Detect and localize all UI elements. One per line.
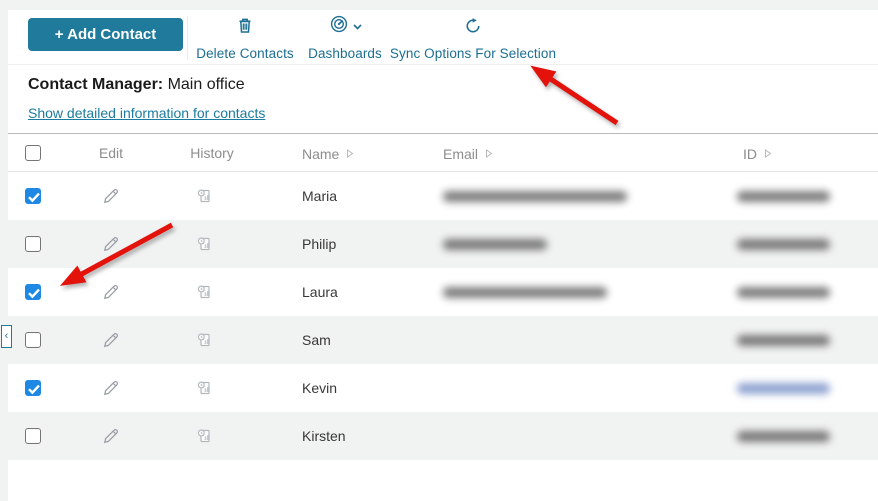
table-row: Kevin	[8, 364, 878, 412]
sort-icon	[764, 134, 772, 172]
page-title: Contact Manager: Main office	[28, 76, 245, 94]
chevron-down-icon	[353, 17, 362, 35]
subheader: Contact Manager: Main office Show detail…	[8, 65, 878, 133]
contact-name: Kirsten	[302, 412, 346, 460]
table-row: Philip	[8, 220, 878, 268]
history-icon[interactable]	[194, 234, 214, 254]
delete-contacts-label: Delete Contacts	[196, 46, 294, 61]
edit-icon[interactable]	[101, 234, 121, 254]
redacted-email-value	[443, 191, 627, 202]
redacted-email-value	[443, 287, 607, 298]
history-icon[interactable]	[194, 282, 214, 302]
column-header-edit: Edit	[91, 134, 131, 172]
row-checkbox[interactable]	[25, 428, 41, 444]
column-header-history: History	[182, 134, 242, 172]
edit-icon[interactable]	[101, 426, 121, 446]
redacted-id-value	[737, 335, 830, 346]
redacted-id-value	[737, 287, 830, 298]
row-checkbox[interactable]	[25, 236, 41, 252]
show-details-link[interactable]: Show detailed information for contacts	[28, 105, 265, 121]
table-row: Laura	[8, 268, 878, 316]
contact-manager-page: + Add Contact Delete Contacts	[0, 0, 878, 501]
main-panel: + Add Contact Delete Contacts	[8, 10, 878, 501]
redacted-id-value	[737, 239, 830, 250]
table-row: Maria	[8, 172, 878, 220]
contact-name: Maria	[302, 172, 337, 220]
redacted-id-link-value	[737, 383, 830, 394]
table-row: Sam	[8, 316, 878, 364]
edit-icon[interactable]	[101, 378, 121, 398]
column-header-email[interactable]: Email	[443, 134, 493, 172]
edit-icon[interactable]	[101, 330, 121, 350]
table-row: Kirsten	[8, 412, 878, 460]
contact-name: Kevin	[302, 364, 337, 412]
row-checkbox[interactable]	[25, 332, 41, 348]
column-header-name[interactable]: Name	[302, 134, 354, 172]
column-header-id[interactable]: ID	[743, 134, 772, 172]
row-checkbox[interactable]	[25, 380, 41, 396]
sync-options-for-selection-button[interactable]: Sync Options For Selection	[393, 15, 553, 61]
add-contact-button[interactable]: + Add Contact	[28, 18, 183, 51]
row-checkbox[interactable]	[25, 188, 41, 204]
table-header: Edit History Name Email ID	[8, 133, 878, 172]
edit-icon[interactable]	[101, 186, 121, 206]
contact-name: Sam	[302, 316, 331, 364]
history-icon[interactable]	[194, 186, 214, 206]
panel-collapse-button[interactable]: ‹	[1, 325, 12, 348]
sort-icon	[485, 134, 493, 172]
history-icon[interactable]	[194, 330, 214, 350]
contact-name: Philip	[302, 220, 336, 268]
page-title-value: Main office	[168, 76, 245, 93]
sync-icon	[464, 15, 482, 37]
dashboards-button[interactable]: Dashboards	[305, 15, 385, 61]
redacted-id-value	[737, 431, 830, 442]
sort-icon	[346, 134, 354, 172]
sync-options-label: Sync Options For Selection	[390, 46, 556, 61]
toolbar-divider	[187, 16, 188, 60]
gauge-icon	[329, 14, 349, 39]
delete-contacts-button[interactable]: Delete Contacts	[192, 15, 298, 61]
redacted-email-value	[443, 239, 547, 250]
trash-icon	[235, 15, 255, 37]
chevron-left-icon: ‹	[5, 330, 9, 342]
page-title-label: Contact Manager:	[28, 76, 163, 93]
history-icon[interactable]	[194, 378, 214, 398]
edit-icon[interactable]	[101, 282, 121, 302]
select-all-checkbox[interactable]	[25, 145, 41, 161]
laura-row-checkbox[interactable]	[25, 284, 41, 300]
toolbar: + Add Contact Delete Contacts	[8, 10, 878, 65]
redacted-id-value	[737, 191, 830, 202]
history-icon[interactable]	[194, 426, 214, 446]
contact-name: Laura	[302, 268, 338, 316]
dashboards-label: Dashboards	[308, 46, 382, 61]
